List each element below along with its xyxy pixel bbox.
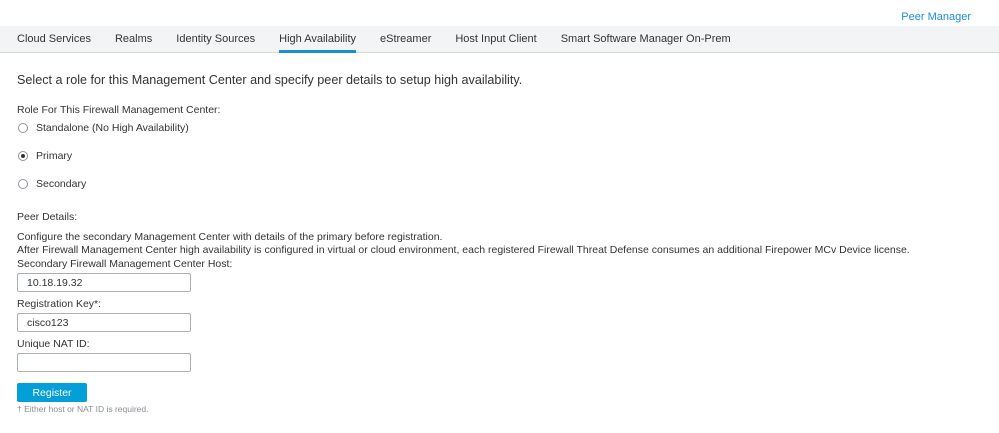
page-intro: Select a role for this Management Center… [17, 73, 523, 87]
nat-id-input[interactable] [17, 353, 191, 372]
registration-key-label: Registration Key*: [17, 298, 102, 310]
register-button[interactable]: Register [17, 383, 87, 402]
role-standalone-option[interactable]: Standalone (No High Availability) [18, 122, 189, 134]
tab-identity-sources[interactable]: Identity Sources [164, 26, 267, 52]
tab-host-input-client[interactable]: Host Input Client [443, 26, 548, 52]
role-primary-option[interactable]: Primary [18, 150, 72, 162]
peer-manager-link[interactable]: Peer Manager [901, 11, 971, 23]
tab-bar: Cloud Services Realms Identity Sources H… [0, 26, 999, 53]
tab-estreamer[interactable]: eStreamer [368, 26, 443, 52]
role-standalone-label: Standalone (No High Availability) [36, 122, 189, 134]
tab-smart-software-manager[interactable]: Smart Software Manager On-Prem [549, 26, 743, 52]
radio-primary[interactable] [18, 151, 28, 161]
peer-description-1: Configure the secondary Management Cente… [17, 231, 443, 243]
tab-cloud-services[interactable]: Cloud Services [0, 26, 103, 52]
peer-details-label: Peer Details: [17, 211, 78, 223]
role-label: Role For This Firewall Management Center… [17, 104, 221, 116]
footnote: † Either host or NAT ID is required. [17, 404, 149, 414]
host-input[interactable] [17, 273, 191, 292]
role-primary-label: Primary [36, 150, 73, 162]
tab-realms[interactable]: Realms [103, 26, 164, 52]
nat-id-label: Unique NAT ID: [17, 338, 90, 350]
radio-secondary[interactable] [18, 179, 28, 189]
peer-description-2: After Firewall Management Center high av… [17, 244, 910, 256]
registration-key-input[interactable] [17, 313, 191, 332]
radio-standalone[interactable] [18, 123, 28, 133]
role-secondary-option[interactable]: Secondary [18, 178, 86, 190]
role-secondary-label: Secondary [36, 178, 87, 190]
host-label: Secondary Firewall Management Center Hos… [17, 258, 233, 270]
tab-high-availability[interactable]: High Availability [267, 26, 368, 53]
